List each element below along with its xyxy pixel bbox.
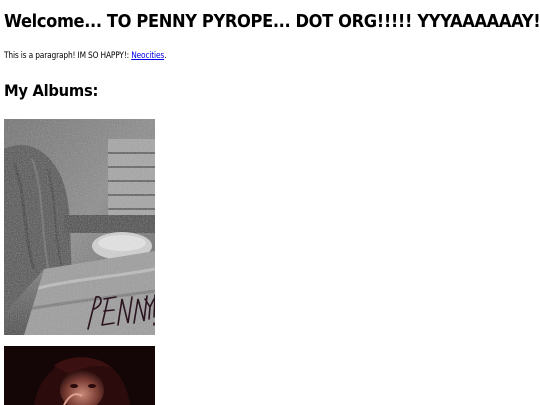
page: Welcome... TO PENNY PYROPE... DOT ORG!!!…	[0, 0, 540, 405]
album-cover-portrait[interactable]	[4, 346, 155, 405]
album-cover-bedroom-image	[4, 119, 155, 335]
album-cover-bedroom[interactable]	[4, 119, 155, 335]
album-cover-portrait-image	[4, 346, 155, 405]
intro-text: This is a paragraph! IM SO HAPPY!:	[4, 51, 130, 61]
page-title: Welcome... TO PENNY PYROPE... DOT ORG!!!…	[4, 12, 540, 32]
neocities-link[interactable]: Neocities	[131, 51, 164, 61]
intro-paragraph: This is a paragraph! IM SO HAPPY!: Neoci…	[4, 51, 166, 61]
intro-trailing: .	[164, 51, 167, 61]
albums-heading: My Albums:	[4, 81, 99, 100]
